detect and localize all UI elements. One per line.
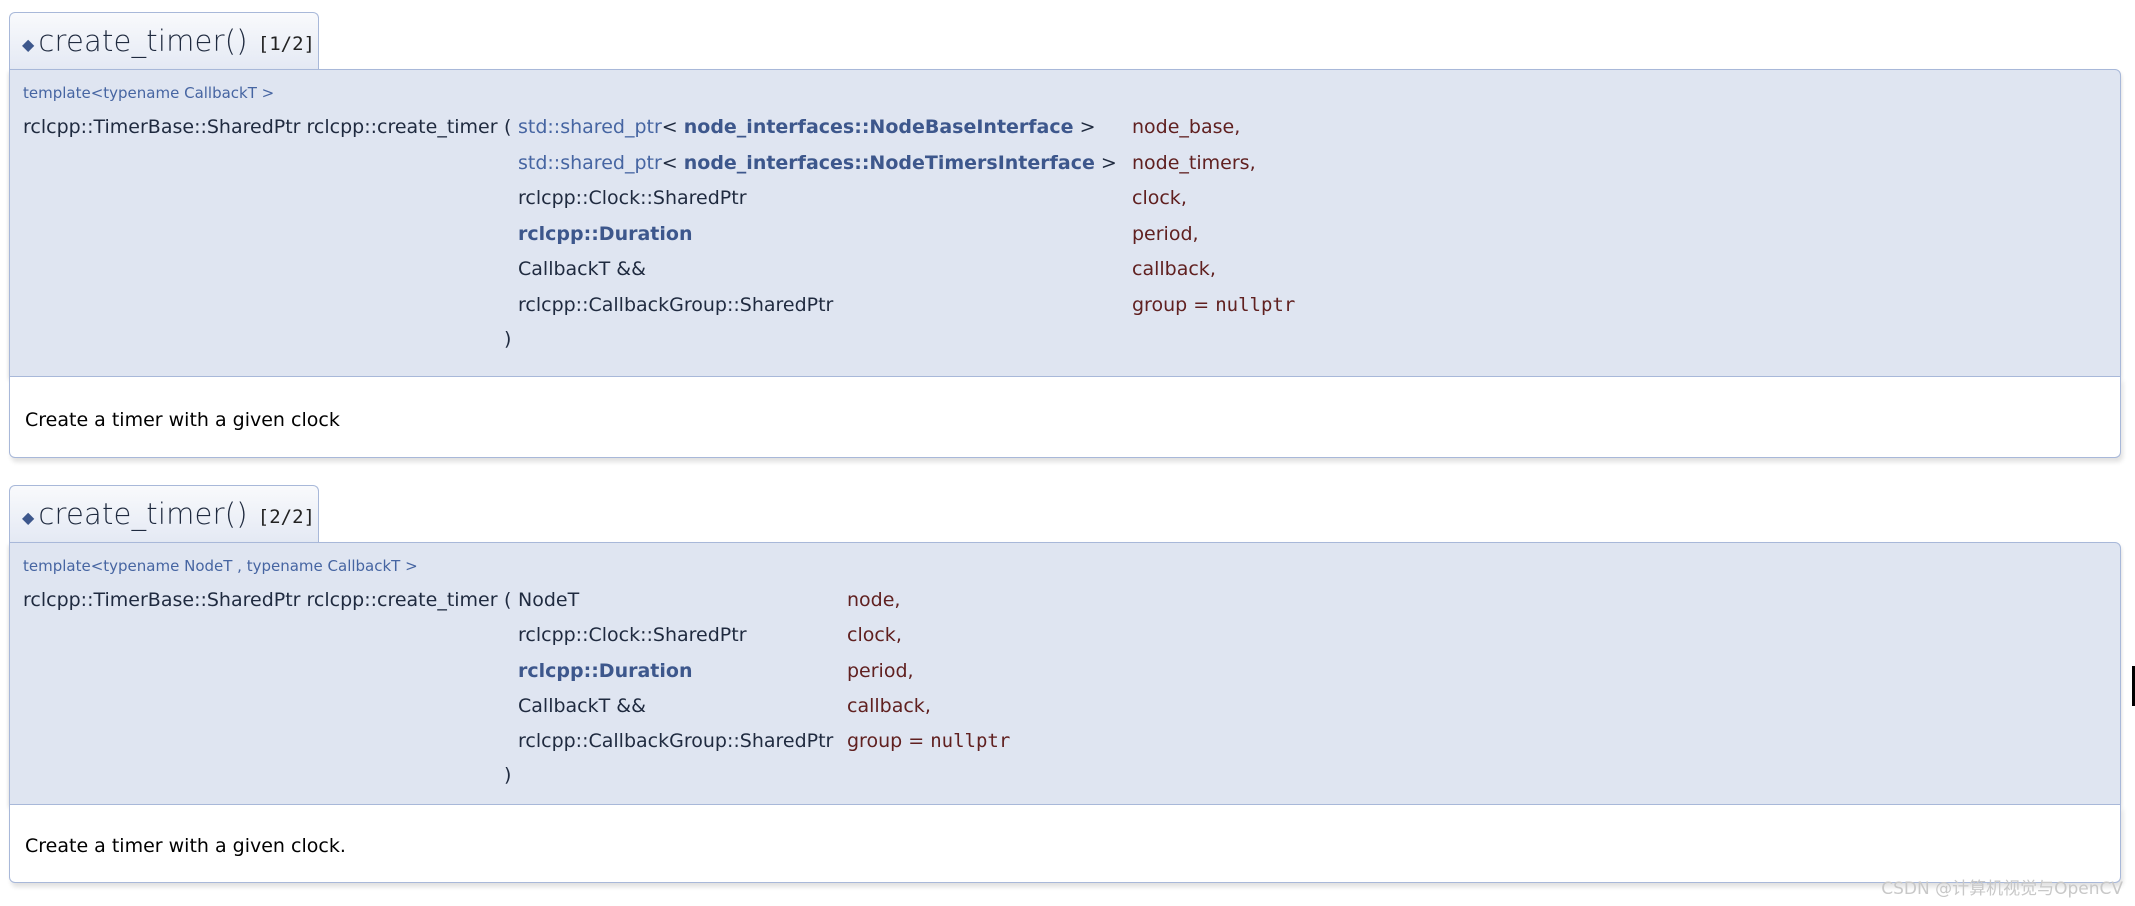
- member-prototype: template<typename CallbackT > rclcpp::Ti…: [9, 69, 2121, 377]
- type-class-link[interactable]: rclcpp::Duration: [518, 660, 692, 682]
- param-name: period,: [847, 659, 914, 683]
- diamond-icon: ◆: [22, 507, 35, 527]
- param-name: group = nullptr: [1132, 293, 1295, 317]
- type-suffix: >: [1094, 152, 1117, 174]
- description-text: Create a timer with a given clock: [25, 409, 340, 431]
- param-default: nullptr: [1215, 294, 1296, 316]
- param-separator: ,: [1234, 116, 1241, 138]
- open-paren: (: [504, 589, 512, 611]
- type-text: NodeT: [518, 589, 580, 611]
- type-text: CallbackT &&: [518, 258, 646, 280]
- type-text: rclcpp::CallbackGroup::SharedPtr: [518, 294, 834, 316]
- type-text: <: [661, 152, 684, 174]
- type-text: rclcpp::CallbackGroup::SharedPtr: [518, 730, 834, 752]
- param-name: node_base,: [1132, 115, 1240, 139]
- type-link[interactable]: std::shared_ptr: [518, 152, 662, 174]
- return-type: rclcpp::TimerBase::SharedPtr rclcpp::cre…: [23, 116, 498, 138]
- template-declaration: template<typename NodeT , typename Callb…: [23, 557, 418, 575]
- param-identifier: node_base: [1132, 116, 1235, 138]
- param-type: std::shared_ptr< node_interfaces::NodeBa…: [518, 115, 1096, 139]
- close-paren: ): [504, 328, 512, 350]
- param-name: clock,: [847, 623, 902, 647]
- description-text: Create a timer with a given clock.: [25, 835, 346, 857]
- param-identifier: clock: [1132, 187, 1181, 209]
- member-title: ◆ create_timer() [1/2]: [9, 12, 319, 69]
- param-type: CallbackT &&: [518, 694, 646, 718]
- overload-index: [2/2]: [257, 506, 315, 528]
- param-name: group = nullptr: [847, 729, 1010, 753]
- param-type: std::shared_ptr< node_interfaces::NodeTi…: [518, 151, 1117, 175]
- diamond-icon: ◆: [22, 34, 35, 54]
- param-name: node_timers,: [1132, 151, 1256, 175]
- param-separator: =: [1187, 294, 1216, 316]
- overload-index: [1/2]: [257, 33, 315, 55]
- param-identifier: node: [847, 589, 895, 611]
- param-name: node,: [847, 588, 900, 612]
- param-name: callback,: [847, 694, 931, 718]
- param-separator: ,: [924, 695, 931, 717]
- param-identifier: group: [847, 730, 903, 752]
- param-separator: =: [902, 730, 931, 752]
- function-name: create_timer(): [38, 497, 248, 531]
- param-identifier: group: [1132, 294, 1188, 316]
- param-identifier: callback: [1132, 258, 1210, 280]
- param-type: rclcpp::CallbackGroup::SharedPtr: [518, 729, 833, 753]
- member-description: Create a timer with a given clock: [9, 377, 2121, 458]
- param-name: clock,: [1132, 186, 1187, 210]
- param-type: rclcpp::CallbackGroup::SharedPtr: [518, 293, 833, 317]
- return-type: rclcpp::TimerBase::SharedPtr rclcpp::cre…: [23, 589, 498, 611]
- type-text: rclcpp::Clock::SharedPtr: [518, 624, 747, 646]
- type-class-link[interactable]: node_interfaces::NodeTimersInterface: [684, 152, 1095, 174]
- watermark: CSDN @计算机视觉与OpenCV: [1881, 879, 2123, 899]
- member-title: ◆ create_timer() [2/2]: [9, 485, 319, 542]
- type-link[interactable]: std::shared_ptr: [518, 116, 662, 138]
- type-suffix: >: [1073, 116, 1096, 138]
- param-identifier: callback: [847, 695, 925, 717]
- param-identifier: period: [847, 660, 908, 682]
- member-prototype: template<typename NodeT , typename Callb…: [9, 542, 2121, 805]
- type-text: rclcpp::Clock::SharedPtr: [518, 187, 747, 209]
- template-declaration: template<typename CallbackT >: [23, 84, 275, 102]
- member-description: Create a timer with a given clock.: [9, 805, 2121, 883]
- close-paren: ): [504, 764, 512, 786]
- param-type: NodeT: [518, 588, 579, 612]
- param-separator: ,: [1180, 187, 1187, 209]
- function-name: create_timer(): [38, 24, 248, 58]
- param-type: CallbackT &&: [518, 257, 646, 281]
- type-text: CallbackT &&: [518, 695, 646, 717]
- param-separator: ,: [1209, 258, 1216, 280]
- param-separator: ,: [907, 660, 914, 682]
- type-text: <: [661, 116, 684, 138]
- param-separator: ,: [894, 589, 901, 611]
- param-type: rclcpp::Duration: [518, 659, 692, 683]
- param-type: rclcpp::Clock::SharedPtr: [518, 186, 747, 210]
- param-name: period,: [1132, 222, 1199, 246]
- param-type: rclcpp::Clock::SharedPtr: [518, 623, 747, 647]
- param-separator: ,: [895, 624, 902, 646]
- param-identifier: clock: [847, 624, 896, 646]
- param-default: nullptr: [930, 730, 1011, 752]
- param-identifier: node_timers: [1132, 152, 1250, 174]
- param-separator: ,: [1192, 223, 1199, 245]
- type-class-link[interactable]: rclcpp::Duration: [518, 223, 692, 245]
- open-paren: (: [504, 116, 512, 138]
- param-separator: ,: [1249, 152, 1256, 174]
- param-identifier: period: [1132, 223, 1193, 245]
- param-name: callback,: [1132, 257, 1216, 281]
- param-type: rclcpp::Duration: [518, 222, 692, 246]
- type-class-link[interactable]: node_interfaces::NodeBaseInterface: [684, 116, 1074, 138]
